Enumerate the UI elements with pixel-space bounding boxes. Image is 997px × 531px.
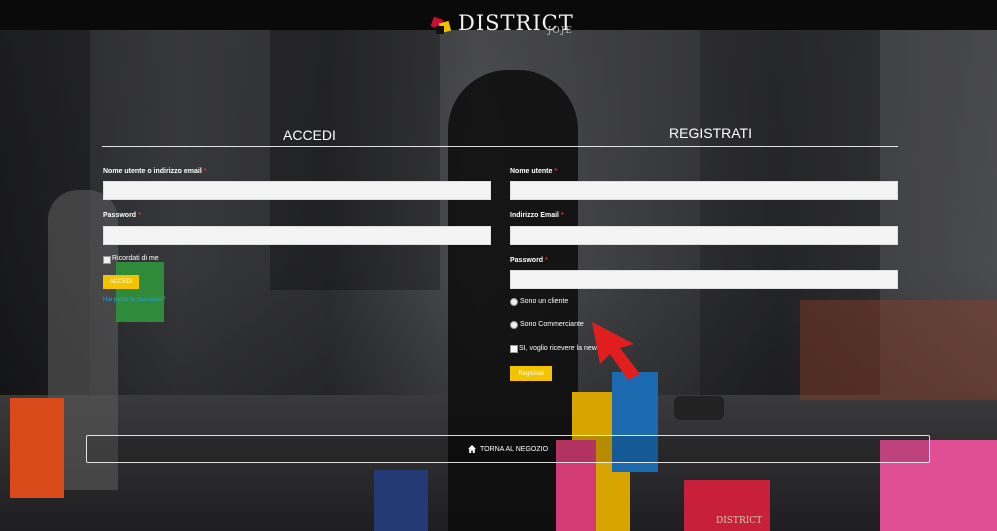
login-username-input[interactable]: [103, 181, 491, 200]
header-divider: [102, 146, 898, 147]
bag-watermark: DISTRICT: [716, 516, 763, 526]
radio-cliente[interactable]: [510, 298, 518, 306]
arrow-annotation-icon: [592, 322, 640, 380]
car: [674, 396, 724, 420]
register-email-label: Indirizzo Email *: [510, 212, 564, 219]
radio-commerciante[interactable]: [510, 321, 518, 329]
login-password-input[interactable]: [103, 226, 491, 245]
blue-bag-bottom: [374, 470, 428, 531]
register-username-input[interactable]: [510, 181, 898, 200]
newsletter-checkbox[interactable]: [510, 345, 518, 353]
building-center: [270, 30, 440, 290]
back-to-shop-label: TORNA AL NEGOZIO: [479, 445, 549, 453]
home-icon: [467, 445, 476, 453]
lost-password-link[interactable]: Hai perso la password?: [103, 297, 166, 303]
logo-subtext: JOJE: [547, 26, 573, 36]
login-submit-button[interactable]: ACCEDI: [103, 275, 139, 289]
login-title: ACCEDI: [283, 127, 336, 143]
register-title: REGISTRATI: [669, 125, 752, 141]
green-bag-left: [116, 262, 164, 322]
newsletter-label: SI, voglio ricevere la new: [519, 345, 597, 352]
register-username-label: Nome utente *: [510, 168, 558, 175]
register-submit-button[interactable]: Registrati: [510, 366, 552, 381]
back-to-shop-button[interactable]: TORNA AL NEGOZIO: [86, 435, 930, 463]
radio-commerciante-label: Sono Commerciante: [520, 321, 584, 328]
remember-me-checkbox[interactable]: [103, 256, 111, 264]
register-password-label: Password *: [510, 257, 548, 264]
login-register-page: DISTRICT JOJE ACCEDI REGISTRATI Nome ute…: [0, 0, 997, 531]
radio-cliente-label: Sono un cliente: [520, 298, 569, 305]
remember-me-label: Ricordati di me: [112, 255, 159, 262]
register-email-input[interactable]: [510, 226, 898, 245]
site-logo[interactable]: DISTRICT JOJE: [430, 10, 573, 36]
login-password-label: Password *: [103, 212, 141, 219]
crowd-right: [800, 300, 997, 400]
logo-mark-icon: [430, 12, 454, 34]
orange-bag-left: [10, 398, 64, 498]
login-username-label: Nome utente o indirizzo email *: [103, 168, 207, 175]
register-password-input[interactable]: [510, 270, 898, 289]
